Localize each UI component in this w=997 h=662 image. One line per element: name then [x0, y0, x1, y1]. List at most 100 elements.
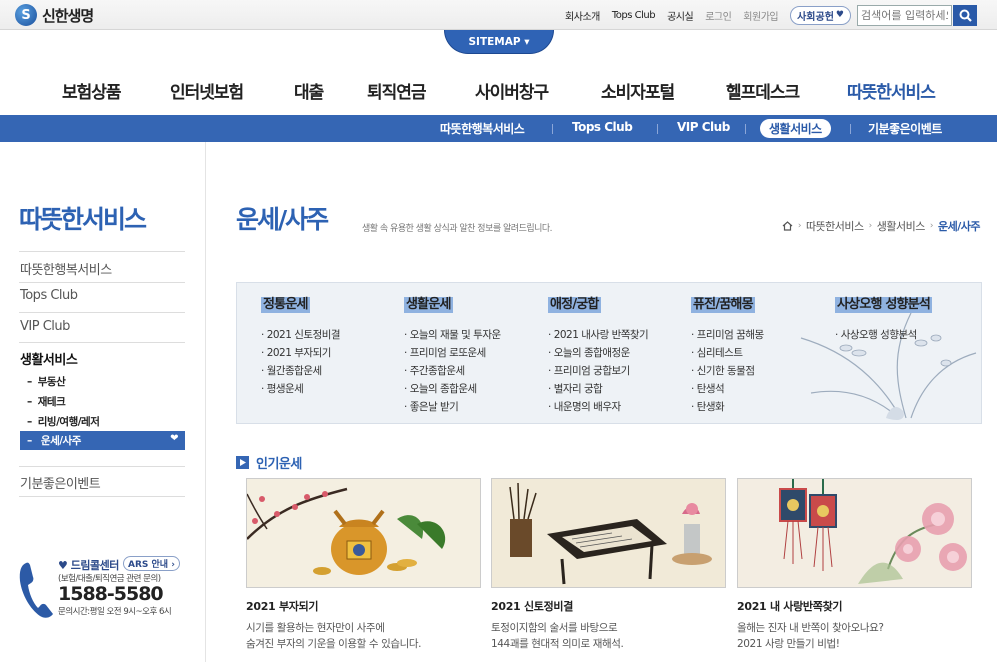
sub-nav-happy-service[interactable]: 따뜻한행복서비스: [440, 120, 525, 137]
sidebar-item-tops-club[interactable]: Tops Club: [20, 288, 78, 303]
fortune-col-head: 사상오행 성향분석: [835, 297, 933, 313]
main-nav-pension[interactable]: 퇴직연금: [367, 78, 427, 103]
sidebar-divider: [19, 282, 185, 283]
sidebar-item-life-service[interactable]: 생활서비스: [20, 349, 78, 368]
heart-icon: ♥: [835, 10, 844, 20]
popular-card-soulmate[interactable]: 2021 내 사랑반쪽찾기 올해는 진자 내 반쪽이 찾아오나요? 2021 사…: [737, 478, 972, 652]
logo-mark-icon: S: [15, 4, 37, 26]
sub-nav-divider: [745, 124, 746, 134]
fortune-link[interactable]: 프리미엄 로또운세: [404, 344, 501, 362]
fortune-col-life: 생활운세 오늘의 재물 및 투자운 프리미엄 로또운세 주간종합운세 오늘의 종…: [404, 293, 501, 416]
fortune-link[interactable]: 프리미엄 궁합보기: [548, 362, 648, 380]
breadcrumb-item-warm-service[interactable]: 따뜻한서비스: [806, 218, 864, 234]
main-nav-cyber-window[interactable]: 사이버창구: [475, 78, 549, 103]
main-nav-warm-service[interactable]: 따뜻한서비스: [847, 78, 936, 103]
fortune-link[interactable]: 주간종합운세: [404, 362, 501, 380]
fortune-link[interactable]: 월간종합운세: [261, 362, 340, 380]
fortune-col-head: 애정/궁합: [548, 297, 601, 313]
play-arrow-icon: [236, 456, 249, 469]
sub-nav: 따뜻한행복서비스 Tops Club VIP Club 생활서비스 기분좋은이벤…: [0, 115, 997, 142]
call-center-number: 1588-5580: [58, 583, 164, 605]
sub-nav-life-service[interactable]: 생활서비스: [760, 119, 831, 138]
card-image-tojeong: [491, 478, 726, 588]
sidebar-item-happy-service[interactable]: 따뜻한행복서비스: [20, 259, 112, 278]
search-icon: [959, 9, 972, 22]
top-utility-bar: S 신한생명 회사소개 Tops Club 공시실 로그인 회원가입 사회공헌 …: [0, 0, 997, 30]
sidebar-item-event[interactable]: 기분좋은이벤트: [20, 473, 101, 492]
fortune-col-traditional: 정통운세 2021 신토정비결 2021 부자되기 월간종합운세 평생운세: [261, 293, 341, 398]
main-nav-insurance[interactable]: 보험상품: [62, 78, 122, 103]
util-link-company[interactable]: 회사소개: [565, 8, 600, 23]
heart-icon: ♥: [58, 559, 68, 572]
main-nav-loan[interactable]: 대출: [294, 78, 324, 103]
search-button[interactable]: [953, 4, 977, 26]
card-image-soulmate: [737, 478, 972, 588]
home-icon[interactable]: [782, 221, 793, 231]
card-title: 2021 신토정비결: [491, 600, 574, 613]
util-link-tops-club[interactable]: Tops Club: [612, 10, 656, 21]
social-label: 사회공헌: [797, 11, 834, 23]
fortune-link[interactable]: 좋은날 받기: [404, 398, 501, 416]
fortune-link[interactable]: 탄생석: [691, 380, 764, 398]
breadcrumb-arrow-icon: ›: [797, 221, 802, 231]
fortune-link[interactable]: 평생운세: [261, 380, 340, 398]
sub-nav-tops-club[interactable]: Tops Club: [572, 120, 633, 134]
main-nav-helpdesk[interactable]: 헬프데스크: [726, 78, 800, 103]
sidebar-divider: [19, 342, 185, 343]
fortune-col-head: 생활운세: [404, 297, 453, 313]
login-link[interactable]: 로그인: [705, 8, 732, 23]
breadcrumb: › 따뜻한서비스 › 생활서비스 › 운세/사주: [782, 218, 981, 234]
sidebar-subitem-finance[interactable]: 재테크: [27, 394, 66, 409]
fortune-link[interactable]: 신기한 동물점: [691, 362, 764, 380]
main-nav-internet-insurance[interactable]: 인터넷보험: [170, 78, 244, 103]
sidebar-item-vip-club[interactable]: VIP Club: [20, 319, 70, 334]
call-center-title: ♥ 드림콜센터: [58, 557, 119, 573]
call-center-box: ♥ 드림콜센터 ARS 안내 › (보험/대출/퇴직연금 관련 문의) 1588…: [18, 556, 198, 626]
fortune-link[interactable]: 내운명의 배우자: [548, 398, 648, 416]
sidebar-subitem-living-travel[interactable]: 리빙/여행/레저: [27, 414, 100, 429]
fortune-link[interactable]: 2021 신토정비결: [261, 326, 341, 344]
fortune-link[interactable]: 오늘의 종합운세: [404, 380, 501, 398]
card-title: 2021 내 사랑반쪽찾기: [737, 600, 843, 613]
fortune-link[interactable]: 심리테스트: [691, 344, 764, 362]
sidebar-subitem-real-estate[interactable]: 부동산: [27, 374, 66, 389]
sitemap-button[interactable]: SITEMAP ▾: [444, 30, 554, 54]
fortune-link[interactable]: 사상오행 성향분석: [835, 326, 932, 344]
sub-nav-divider: [850, 124, 851, 134]
social-contribution-button[interactable]: 사회공헌 ♥: [790, 5, 851, 25]
fortune-col-head: 정통운세: [261, 297, 310, 313]
sub-nav-vip-club[interactable]: VIP Club: [677, 120, 730, 134]
sub-nav-divider: [552, 124, 553, 134]
fortune-link[interactable]: 오늘의 종합애정운: [548, 344, 648, 362]
fortune-link[interactable]: 별자리 궁합: [548, 380, 648, 398]
fortune-col-personality: 사상오행 성향분석 사상오행 성향분석: [835, 293, 933, 344]
fortune-link[interactable]: 탄생화: [691, 398, 764, 416]
ars-guide-button[interactable]: ARS 안내 ›: [123, 556, 180, 571]
call-center-title-text: 드림콜센터: [70, 559, 120, 572]
sidebar-subitem-fortune[interactable]: 운세/사주 ❤: [20, 431, 185, 450]
main-nav-consumer-portal[interactable]: 소비자포털: [601, 78, 675, 103]
popular-card-tojeong[interactable]: 2021 신토정비결 토정이지함의 술서를 바탕으로 144괘를 현대적 의미로…: [491, 478, 726, 652]
card-description: 시기를 활용하는 현자만이 사주에 숨겨진 부자의 기운을 이용할 수 있습니다…: [246, 622, 422, 650]
breadcrumb-item-life-service[interactable]: 생활서비스: [877, 218, 926, 234]
sidebar-divider: [19, 496, 185, 497]
fortune-link[interactable]: 오늘의 재물 및 투자운: [404, 326, 501, 344]
search-input[interactable]: [857, 4, 952, 26]
main-nav: 보험상품 인터넷보험 대출 퇴직연금 사이버창구 소비자포털 헬프데스크 따뜻한…: [0, 78, 997, 108]
popular-card-wealth[interactable]: 2021 부자되기 시기를 활용하는 현자만이 사주에 숨겨진 부자의 기운을 …: [246, 478, 481, 652]
logo-text: 신한생명: [42, 6, 94, 25]
breadcrumb-arrow-icon: ›: [868, 221, 873, 231]
card-description: 올해는 진자 내 반쪽이 찾아오나요? 2021 사랑 만들기 비법!: [737, 622, 884, 650]
breadcrumb-arrow-icon: ›: [929, 221, 934, 231]
logo[interactable]: S 신한생명: [15, 4, 94, 26]
util-link-disclosure[interactable]: 공시실: [667, 8, 694, 23]
popular-section-title: 인기운세: [236, 453, 302, 472]
fortune-link[interactable]: 2021 내사랑 반쪽찾기: [548, 326, 649, 344]
phone-icon: [19, 562, 53, 618]
sub-nav-event[interactable]: 기분좋은이벤트: [868, 120, 942, 137]
card-description: 토정이지함의 술서를 바탕으로 144괘를 현대적 의미로 재해석.: [491, 622, 624, 650]
join-link[interactable]: 회원가입: [743, 8, 778, 23]
card-image-wealth: [246, 478, 481, 588]
fortune-link[interactable]: 2021 부자되기: [261, 344, 340, 362]
fortune-link[interactable]: 프리미엄 꿈해몽: [691, 326, 764, 344]
